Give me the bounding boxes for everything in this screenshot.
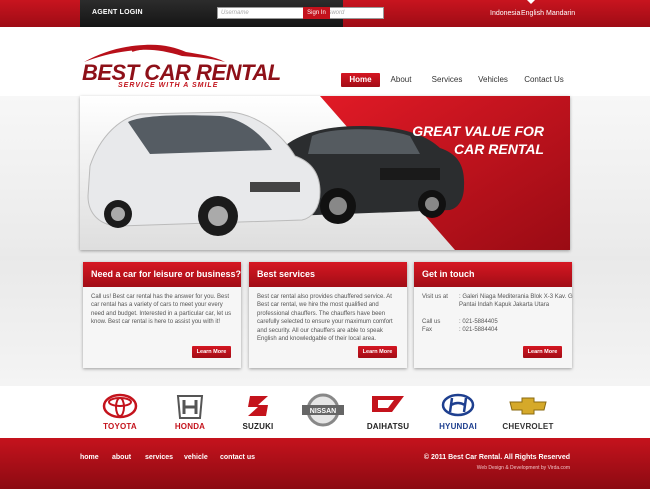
suzuki-logo-icon: [248, 396, 268, 416]
language-mandarin[interactable]: Mandarin: [546, 10, 575, 17]
footer-credit[interactable]: Web Design & Development by Virda.com: [477, 465, 570, 471]
hero-banner: GREAT VALUE FOR CAR RENTAL: [80, 96, 570, 250]
info-box-text: Call us! Best car rental has the answer …: [91, 294, 232, 326]
footer-link-home[interactable]: home: [80, 454, 99, 461]
info-box-text: Best car rental also provides chauffered…: [257, 294, 393, 343]
nav-home[interactable]: Home: [341, 73, 380, 87]
info-box-services: Best services Best car rental also provi…: [249, 262, 407, 368]
footer-link-about[interactable]: about: [112, 454, 131, 461]
footer-copyright: © 2011 Best Car Rental. All Rights Reser…: [423, 454, 570, 461]
brand-hyundai[interactable]: HYUNDAI: [428, 392, 488, 434]
brand-name: DAIHATSU: [366, 422, 410, 431]
footer-link-vehicle[interactable]: vehicle: [184, 454, 208, 461]
learn-more-button[interactable]: Learn More: [192, 346, 231, 358]
language-english[interactable]: English: [521, 10, 544, 17]
learn-more-button[interactable]: Learn More: [358, 346, 397, 358]
logo-tagline: SERVICE WITH A SMILE: [118, 82, 219, 89]
brand-daihatsu[interactable]: DAIHATSU: [358, 392, 418, 434]
contact-value: : Galeri Niaga Mediterania Blok X-3 Kav.…: [459, 294, 573, 309]
info-box-title: Best services: [249, 262, 407, 287]
language-indonesia[interactable]: Indonesia: [490, 10, 520, 17]
daihatsu-logo-icon: [372, 396, 404, 412]
brand-honda[interactable]: HONDA: [160, 392, 220, 434]
brand-toyota[interactable]: TOYOTA: [90, 392, 150, 434]
info-box-contact: Get in touch Visit us at : Galeri Niaga …: [414, 262, 573, 368]
brand-name: HONDA: [174, 422, 206, 431]
nissan-logo-icon: NISSAN: [302, 393, 344, 427]
chevrolet-logo-icon: [509, 397, 547, 415]
site-logo[interactable]: BEST CAR RENTAL SERVICE WITH A SMILE: [80, 40, 281, 90]
toyota-logo-icon: [102, 393, 138, 419]
nav-contact-us[interactable]: Contact Us: [522, 73, 566, 87]
brand-suzuki[interactable]: SUZUKI: [228, 392, 288, 434]
info-box-leisure: Need a car for leisure or business? Call…: [83, 262, 241, 368]
nav-services[interactable]: Services: [429, 73, 465, 87]
brand-name: CHEVROLET: [502, 422, 554, 431]
honda-logo-icon: [176, 395, 204, 419]
brand-name: TOYOTA: [103, 422, 137, 431]
brand-chevrolet[interactable]: CHEVROLET: [498, 392, 558, 434]
selected-language-indicator: [527, 0, 535, 4]
footer: home about services vehicle contact us ©…: [0, 438, 650, 489]
brand-name: HYUNDAI: [439, 422, 477, 431]
hyundai-logo-icon: [441, 393, 475, 417]
agent-login-label: AGENT LOGIN: [92, 9, 143, 16]
hero-headline-line1: GREAT VALUE FOR: [412, 123, 544, 139]
nav-vehicles[interactable]: Vehicles: [477, 73, 509, 87]
hero-headline-line2: CAR RENTAL: [454, 141, 544, 157]
username-input[interactable]: Username: [217, 7, 309, 19]
info-box-title: Get in touch: [414, 262, 572, 287]
brand-name: SUZUKI: [242, 422, 274, 431]
contact-value: : 021-5884404: [459, 327, 498, 333]
footer-link-services[interactable]: services: [145, 454, 173, 461]
brand-nissan[interactable]: NISSAN: [293, 392, 353, 434]
contact-label: Visit us at: [422, 294, 448, 300]
nav-about[interactable]: About: [386, 73, 416, 87]
nissan-badge-text: NISSAN: [310, 408, 336, 415]
footer-link-contact-us[interactable]: contact us: [220, 454, 255, 461]
sign-in-button[interactable]: Sign In: [303, 7, 330, 19]
cars-image: [87, 111, 465, 236]
info-box-title: Need a car for leisure or business?: [83, 262, 241, 287]
brand-logos-strip: TOYOTA HONDA SUZUKI NISSAN DAIHATSU HYUN…: [0, 386, 650, 438]
learn-more-button[interactable]: Learn More: [523, 346, 562, 358]
contact-label: Fax: [422, 327, 433, 333]
